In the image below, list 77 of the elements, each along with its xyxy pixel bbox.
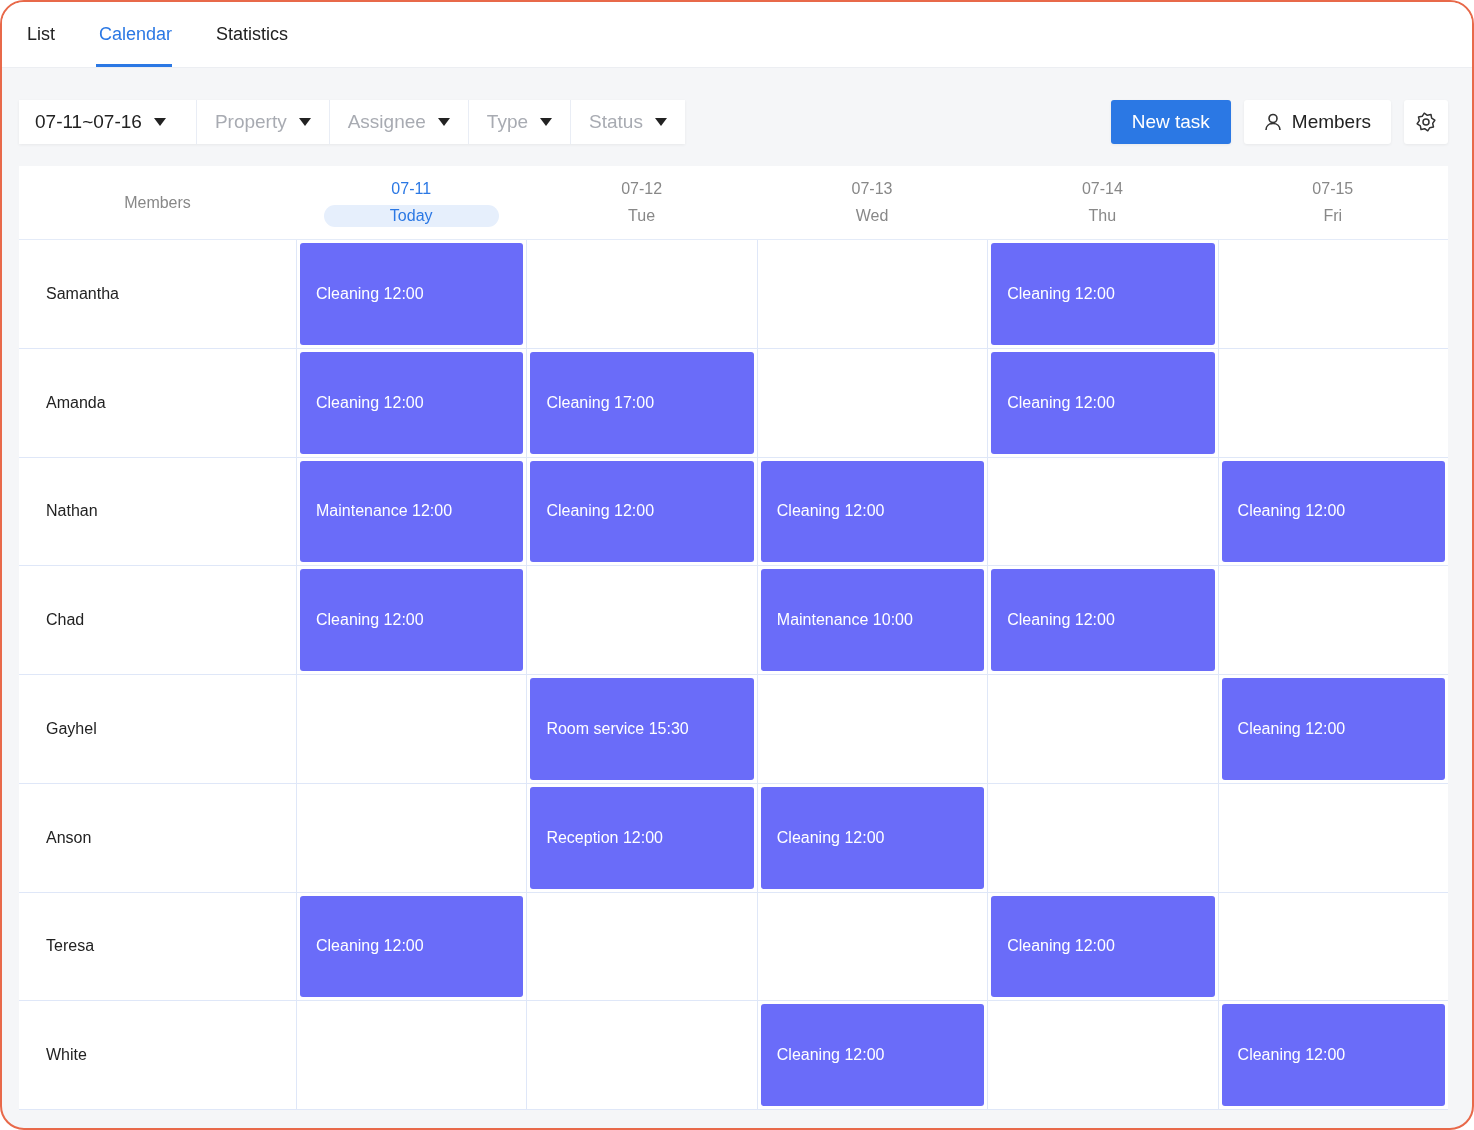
filter-dropdown[interactable]: Type xyxy=(467,100,571,144)
empty-slot[interactable] xyxy=(756,240,988,349)
task-block[interactable]: Cleaning 12:00 xyxy=(991,243,1215,345)
new-task-button[interactable]: New task xyxy=(1110,100,1231,144)
day-date: 07-13 xyxy=(851,179,893,199)
empty-slot[interactable] xyxy=(987,783,1218,893)
caret-icon xyxy=(437,118,450,126)
empty-slot[interactable] xyxy=(756,348,988,458)
caret-icon xyxy=(298,118,311,126)
empty-slot[interactable] xyxy=(526,1001,757,1110)
task-block[interactable]: Cleaning 12:00 xyxy=(530,460,754,563)
filter-dropdown[interactable]: 07-11~07-16 xyxy=(19,100,196,144)
day-name: Wed xyxy=(855,206,889,226)
empty-slot[interactable] xyxy=(296,1001,527,1110)
empty-slot[interactable] xyxy=(1217,783,1448,893)
member-name: Chad xyxy=(46,611,85,630)
caret-icon xyxy=(540,118,553,126)
task-block[interactable]: Cleaning 12:00 xyxy=(300,351,524,454)
task-block[interactable]: Room service 15:30 xyxy=(530,678,754,780)
member-name: Anson xyxy=(46,828,92,847)
task-block[interactable]: Maintenance 10:00 xyxy=(760,569,985,671)
day-date: 07-14 xyxy=(1081,179,1123,199)
task-block[interactable]: Cleaning 12:00 xyxy=(1221,1004,1445,1106)
person-icon xyxy=(1263,113,1282,131)
task-block[interactable]: Cleaning 12:00 xyxy=(991,569,1215,671)
day-name: Tue xyxy=(628,206,656,226)
task-block[interactable]: Cleaning 12:00 xyxy=(991,895,1215,998)
empty-slot[interactable] xyxy=(526,240,757,349)
task-block[interactable]: Cleaning 17:00 xyxy=(530,351,754,454)
day-date: 07-15 xyxy=(1312,179,1354,199)
empty-slot[interactable] xyxy=(987,1001,1218,1110)
day-date: 07-11 xyxy=(391,179,432,199)
tab[interactable]: Calendar xyxy=(96,5,173,67)
empty-slot[interactable] xyxy=(987,675,1218,784)
members-button[interactable]: Members xyxy=(1243,100,1391,144)
member-name: Amanda xyxy=(46,393,106,412)
member-name: Gayhel xyxy=(46,719,97,738)
task-block[interactable]: Cleaning 12:00 xyxy=(991,351,1215,454)
member-name: Samantha xyxy=(46,284,119,303)
member-name: Nathan xyxy=(46,502,98,521)
task-block[interactable]: Cleaning 12:00 xyxy=(300,569,524,671)
task-block[interactable]: Cleaning 12:00 xyxy=(300,243,524,345)
settings-button[interactable] xyxy=(1404,100,1448,144)
settings-icon xyxy=(1415,111,1437,133)
day-date: 07-12 xyxy=(621,179,663,199)
tab[interactable]: Statistics xyxy=(213,5,311,67)
empty-slot[interactable] xyxy=(296,675,527,784)
today-badge: Today xyxy=(323,205,499,227)
task-block[interactable]: Cleaning 12:00 xyxy=(760,786,985,889)
column-header: Members xyxy=(124,193,191,212)
task-block[interactable]: Cleaning 12:00 xyxy=(760,1004,985,1106)
filter-dropdown[interactable]: Assignee xyxy=(328,100,468,144)
tab[interactable]: List xyxy=(24,5,77,67)
empty-slot[interactable] xyxy=(756,675,988,784)
filter-dropdown[interactable]: Status xyxy=(570,100,685,144)
task-block[interactable]: Maintenance 12:00 xyxy=(300,460,524,563)
caret-icon xyxy=(153,118,166,126)
empty-slot[interactable] xyxy=(987,457,1218,567)
filter-dropdown[interactable]: Property xyxy=(195,100,329,144)
task-block[interactable]: Reception 12:00 xyxy=(530,786,754,889)
member-name: White xyxy=(46,1046,87,1065)
caret-icon xyxy=(654,118,667,126)
task-block[interactable]: Cleaning 12:00 xyxy=(1221,460,1445,563)
task-block[interactable]: Cleaning 12:00 xyxy=(760,460,985,563)
empty-slot[interactable] xyxy=(1217,240,1448,349)
task-block[interactable]: Cleaning 12:00 xyxy=(300,895,524,998)
member-name: Teresa xyxy=(46,937,95,956)
empty-slot[interactable] xyxy=(526,892,757,1002)
empty-slot[interactable] xyxy=(1217,348,1448,458)
task-block[interactable]: Cleaning 12:00 xyxy=(1221,678,1445,780)
empty-slot[interactable] xyxy=(756,892,988,1002)
day-name: Thu xyxy=(1088,206,1117,226)
empty-slot[interactable] xyxy=(526,566,757,675)
empty-slot[interactable] xyxy=(1217,892,1448,1002)
day-name: Fri xyxy=(1323,206,1343,226)
empty-slot[interactable] xyxy=(1217,566,1448,675)
empty-slot[interactable] xyxy=(296,783,527,893)
